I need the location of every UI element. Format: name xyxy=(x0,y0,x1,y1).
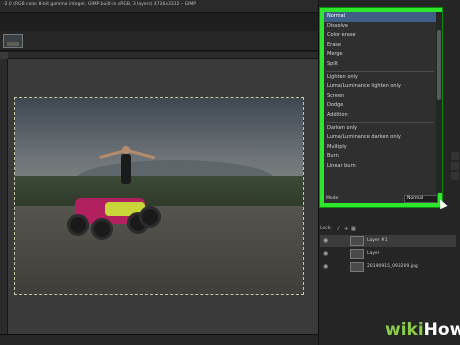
blend-mode-erase[interactable]: Erase xyxy=(324,41,436,51)
photo-rider-head xyxy=(122,146,130,154)
blend-mode-darken-only[interactable]: Darken only xyxy=(324,124,436,134)
wikihow-watermark: wikiHow xyxy=(385,320,460,340)
photo-atv-wheel xyxy=(67,214,89,236)
scrollbar-thumb[interactable] xyxy=(437,30,441,100)
mode-row: Mode Normal xyxy=(324,195,438,203)
layer-name: 20190915_093209.jpg xyxy=(367,264,418,269)
blend-mode-dropdown: Normal Dissolve Color erase Erase Merge … xyxy=(320,8,442,207)
dock-side-tabs xyxy=(450,150,460,230)
horizontal-ruler xyxy=(8,52,318,59)
dock-tab[interactable] xyxy=(451,152,459,160)
image-tab-strip xyxy=(0,31,318,51)
blend-mode-luma-lighten-only[interactable]: Luma/Luminance lighten only xyxy=(324,82,436,92)
layer-row[interactable]: ◉ Layer xyxy=(320,248,456,260)
blend-mode-addition[interactable]: Addition xyxy=(324,111,436,121)
blend-mode-multiply[interactable]: Multiply xyxy=(324,143,436,153)
vertical-ruler xyxy=(0,59,8,334)
blend-mode-screen[interactable]: Screen xyxy=(324,92,436,102)
blend-mode-burn[interactable]: Burn xyxy=(324,152,436,162)
layer-thumbnail xyxy=(350,262,364,272)
visibility-eye-icon[interactable]: ◉ xyxy=(323,237,328,244)
menubar: Layer Colors Tools Filters Windows Help xyxy=(0,21,318,40)
photo-rider xyxy=(121,154,131,184)
layer-name: Layer #1 xyxy=(367,238,388,243)
blend-mode-dissolve[interactable]: Dissolve xyxy=(324,22,436,32)
photo-atv-wheel xyxy=(139,206,161,228)
layer-thumbnail xyxy=(350,236,364,246)
photo-atv-wheel xyxy=(91,218,113,240)
layer-row[interactable]: ◉ Layer #1 xyxy=(320,235,456,247)
blend-mode-luma-darken-only[interactable]: Luma/Luminance darken only xyxy=(324,133,436,143)
photo-treeline xyxy=(15,176,303,208)
blend-mode-merge[interactable]: Merge xyxy=(324,50,436,60)
blend-mode-linear-burn[interactable]: Linear burn xyxy=(324,162,436,172)
blend-mode-split[interactable]: Split xyxy=(324,60,436,70)
menu-separator xyxy=(326,121,434,123)
dropdown-scrollbar[interactable] xyxy=(436,12,442,193)
dock-tab[interactable] xyxy=(451,162,459,170)
mode-select[interactable]: Normal xyxy=(404,195,438,203)
mode-label: Mode xyxy=(326,196,339,201)
layer-row[interactable]: ◉ 20190915_093209.jpg xyxy=(320,261,456,273)
dock-tab[interactable] xyxy=(451,172,459,180)
image-tab-thumbnail[interactable] xyxy=(3,34,23,48)
layer-name: Layer xyxy=(367,251,380,256)
canvas-image[interactable] xyxy=(14,97,304,295)
lock-position-icon[interactable]: ✛ xyxy=(344,226,348,232)
lock-pixels-icon[interactable]: ⁄ xyxy=(338,226,339,232)
layer-thumbnail xyxy=(350,249,364,259)
menu-separator xyxy=(326,70,434,72)
watermark-how: How xyxy=(423,320,460,340)
layers-lock-bar: Lock: ⁄ ✛ ▦ xyxy=(320,226,456,234)
blend-mode-normal[interactable]: Normal xyxy=(324,12,436,22)
visibility-eye-icon[interactable]: ◉ xyxy=(323,250,328,257)
watermark-wiki: wiki xyxy=(385,320,424,340)
lock-alpha-icon[interactable]: ▦ xyxy=(351,226,356,232)
blend-mode-color-erase[interactable]: Color erase xyxy=(324,31,436,41)
blend-mode-lighten-only[interactable]: Lighten only xyxy=(324,73,436,83)
visibility-eye-icon[interactable]: ◉ xyxy=(323,263,328,270)
blend-mode-list: Normal Dissolve Color erase Erase Merge … xyxy=(324,12,436,193)
window-title: -2.0 (RGB color 8-bit gamma integer, GIM… xyxy=(3,2,197,7)
lock-label: Lock: xyxy=(320,226,332,231)
blend-mode-dodge[interactable]: Dodge xyxy=(324,101,436,111)
status-bar xyxy=(0,334,318,345)
